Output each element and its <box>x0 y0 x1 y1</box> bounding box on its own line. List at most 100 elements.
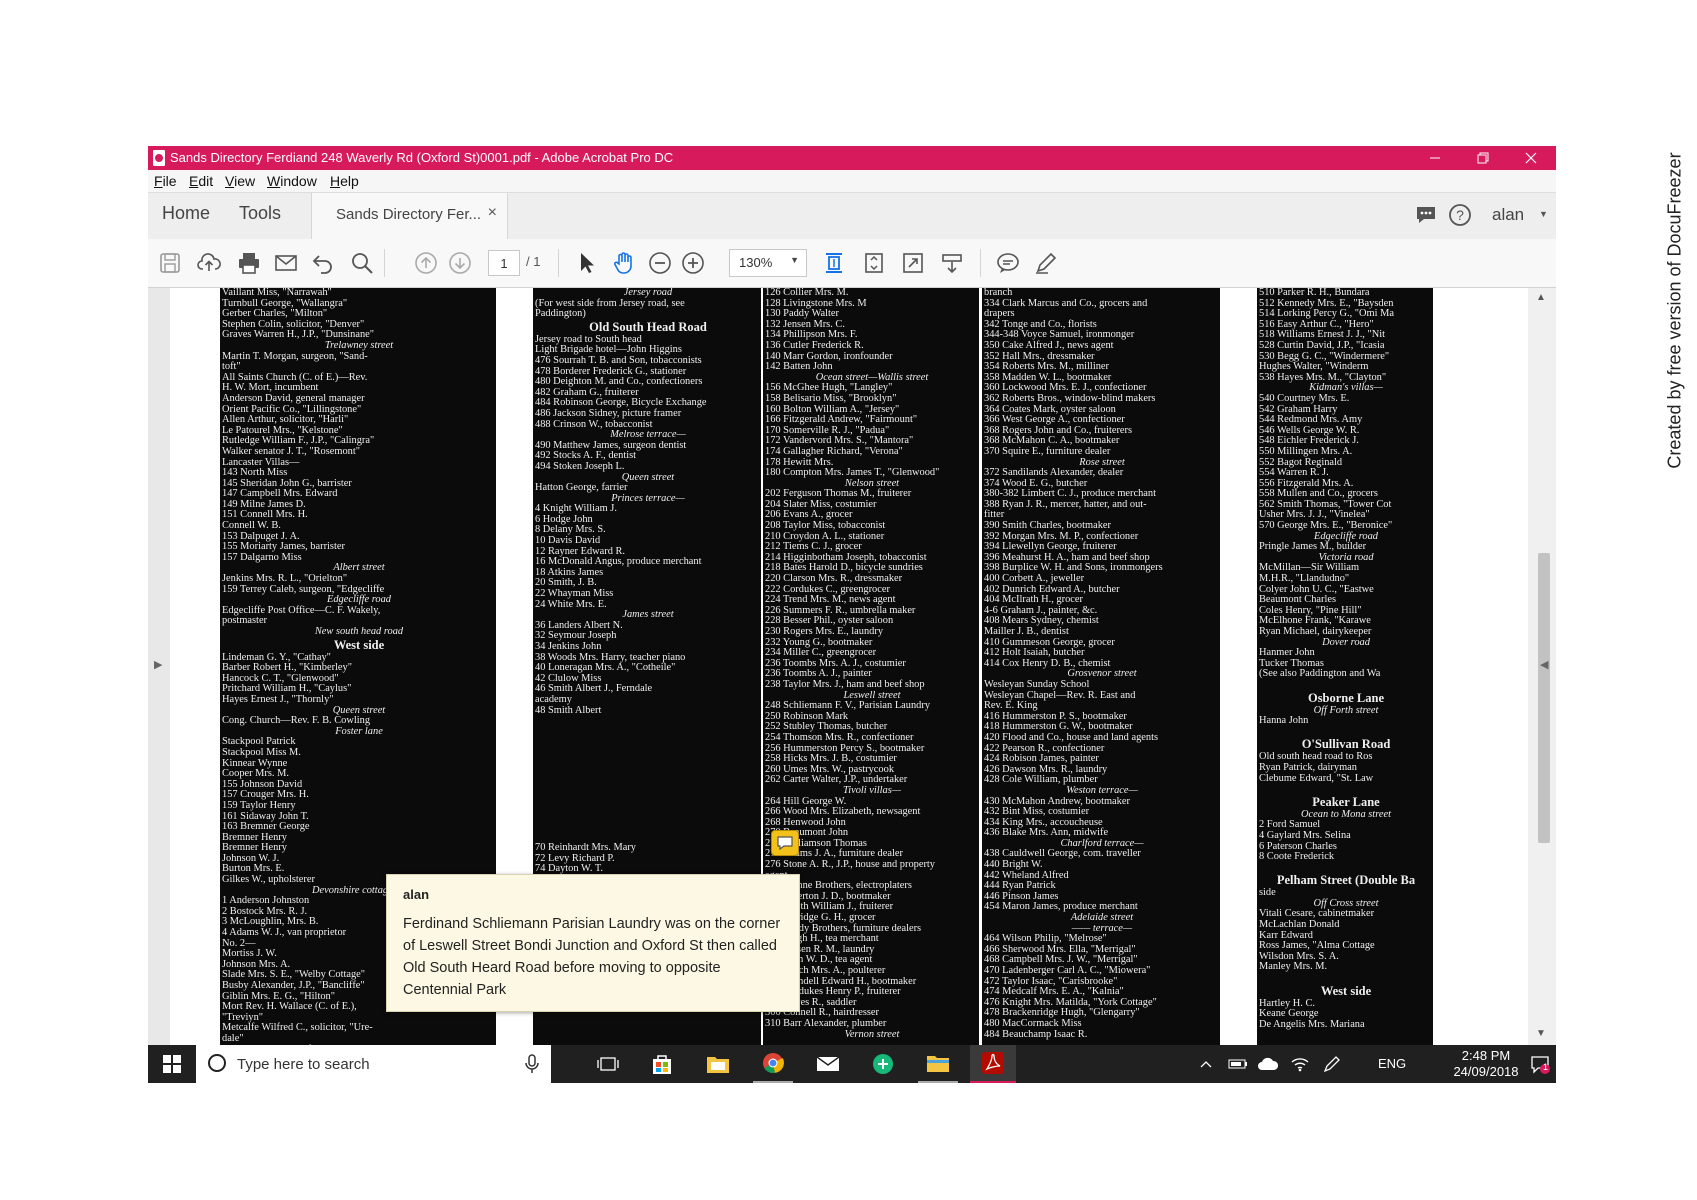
directory-line: 4 Gaylard Mrs. Selina <box>1259 829 1351 841</box>
onedrive-cloud-icon[interactable] <box>1256 1045 1280 1083</box>
taskbar-clock[interactable]: 2:48 PM 24/09/2018 <box>1448 1048 1524 1080</box>
directory-line: 484 Beauchamp Isaac R. <box>984 1028 1088 1040</box>
directory-line: Stackpool Miss M. <box>222 746 301 758</box>
battery-icon[interactable] <box>1226 1045 1250 1083</box>
find-button[interactable] <box>348 249 376 277</box>
scroll-mode-icon <box>826 253 842 273</box>
directory-line: branch <box>984 288 1013 298</box>
directory-line <box>1257 784 1433 795</box>
highlight-button[interactable] <box>1032 249 1060 277</box>
wifi-icon[interactable] <box>1288 1045 1312 1083</box>
scrolling-mode-button[interactable] <box>820 249 848 277</box>
sticky-note-icon[interactable] <box>771 830 799 856</box>
directory-line: 362 Roberts Bros., window-blind makers <box>984 392 1156 404</box>
file-explorer-icon <box>927 1056 949 1072</box>
select-tool-button[interactable] <box>573 249 601 277</box>
folder-icon <box>707 1057 729 1073</box>
pen-icon <box>1036 252 1057 274</box>
taskbar-green-app[interactable] <box>863 1045 903 1083</box>
directory-line: 238 Taylor Mrs. J., ham and beef shop <box>765 678 925 690</box>
hand-icon <box>614 252 632 274</box>
directory-line: 159 Taylor Henry <box>222 799 296 811</box>
user-name[interactable]: alan <box>1492 205 1524 225</box>
directory-line: 420 Flood and Co., house and land agents <box>984 731 1159 743</box>
page-number-input[interactable]: 1 <box>488 250 520 276</box>
chevron-up-icon <box>1200 1061 1212 1068</box>
taskbar-file-explorer[interactable] <box>918 1045 958 1083</box>
annotation-popup[interactable]: alan Ferdinand Schliemann Parisian Laund… <box>386 874 800 1012</box>
tab-close-button[interactable]: × <box>488 204 497 222</box>
close-icon <box>1525 152 1537 164</box>
zoom-level-select[interactable]: 130% ▼ <box>729 249 807 277</box>
directory-line: Osborne Lane <box>1307 690 1385 705</box>
menu-view[interactable]: View <box>225 173 255 189</box>
directory-line: 480 MacCormack Miss <box>984 1017 1082 1029</box>
window-title: Sands Directory Ferdiand 248 Waverly Rd … <box>170 150 674 165</box>
task-view-button[interactable] <box>588 1045 628 1083</box>
start-button[interactable] <box>148 1045 196 1083</box>
tab-document[interactable]: Sands Directory Fer... × <box>311 193 508 239</box>
menu-window[interactable]: Window <box>267 173 317 189</box>
left-pane-toggle[interactable]: ▶ <box>148 288 170 1045</box>
comments-button[interactable] <box>1414 203 1438 232</box>
directory-line: Manley Mrs. M. <box>1259 961 1328 973</box>
zoom-in-button[interactable] <box>679 249 707 277</box>
action-center-button[interactable]: 1 <box>1526 1045 1554 1083</box>
save-button[interactable] <box>156 249 184 277</box>
directory-line: Clebume Edward, "St. Law <box>1259 772 1374 784</box>
directory-line <box>533 759 761 770</box>
directory-line <box>533 801 761 812</box>
pen-workspace-icon[interactable] <box>1320 1045 1344 1083</box>
directory-line: New south head road <box>314 626 404 637</box>
restore-button[interactable] <box>1458 146 1508 170</box>
user-menu-chevron-icon[interactable]: ▼ <box>1539 209 1548 219</box>
previous-page-button[interactable] <box>412 249 440 277</box>
email-button[interactable] <box>272 249 300 277</box>
tab-tools[interactable]: Tools <box>239 203 281 224</box>
directory-line: Pelham Street (Double Ba <box>1276 873 1416 888</box>
next-page-button[interactable] <box>446 249 474 277</box>
undo-button[interactable] <box>309 249 337 277</box>
plus-circle-icon <box>682 252 704 274</box>
directory-line: 550 Millingen Mrs. A. <box>1259 445 1353 457</box>
help-icon: ? <box>1449 204 1471 226</box>
language-indicator[interactable]: ENG <box>1378 1056 1406 1071</box>
taskbar-file-folder[interactable] <box>698 1045 738 1083</box>
read-mode-button[interactable] <box>938 249 966 277</box>
directory-line: 8 Coote Frederick <box>1259 851 1335 863</box>
taskbar-store[interactable] <box>642 1045 682 1083</box>
left-pane-arrow-icon: ▶ <box>154 659 163 671</box>
taskbar-search[interactable]: Type here to search <box>196 1045 551 1083</box>
directory-line <box>533 780 761 791</box>
help-button[interactable]: ? <box>1448 203 1472 232</box>
svg-text:?: ? <box>1456 207 1464 223</box>
tray-overflow-chevron-icon[interactable] <box>1196 1045 1216 1083</box>
zoom-out-button[interactable] <box>646 249 674 277</box>
taskbar-mail[interactable] <box>808 1045 848 1083</box>
taskbar-search-placeholder: Type here to search <box>237 1056 370 1073</box>
minimize-button[interactable] <box>1410 146 1460 170</box>
directory-line: 370 Squire E., furniture dealer <box>984 445 1111 457</box>
print-button[interactable] <box>235 249 263 277</box>
taskbar-chrome[interactable] <box>753 1045 793 1083</box>
close-button[interactable] <box>1506 146 1556 170</box>
hand-tool-button[interactable] <box>610 249 638 277</box>
microphone-icon[interactable] <box>525 1054 539 1074</box>
full-screen-button[interactable] <box>899 249 927 277</box>
pdf-page[interactable]: Vaillant Miss, "Narrawah" Turnbull George… <box>170 288 1528 1045</box>
fit-page-button[interactable] <box>860 249 888 277</box>
menu-help[interactable]: Help <box>330 173 359 189</box>
directory-line: West side <box>333 637 385 652</box>
directory-line: 388 Ryan J. R., mercer, hatter, and out- <box>984 498 1147 510</box>
tab-home[interactable]: Home <box>162 203 210 224</box>
directory-line: Martin T. Morgan, surgeon, "Sand- <box>222 350 368 362</box>
taskbar-acrobat[interactable] <box>970 1045 1016 1083</box>
menu-edit[interactable]: Edit <box>189 173 213 189</box>
directory-line: Jersey road <box>623 288 673 298</box>
right-pane-toggle[interactable]: ◀ <box>1534 288 1556 1045</box>
comment-button[interactable] <box>994 249 1022 277</box>
upload-button[interactable] <box>195 249 223 277</box>
menu-file[interactable]: File <box>154 173 177 189</box>
minimize-icon <box>1430 157 1440 159</box>
directory-line: 486 Jackson Sidney, picture framer <box>535 407 682 419</box>
